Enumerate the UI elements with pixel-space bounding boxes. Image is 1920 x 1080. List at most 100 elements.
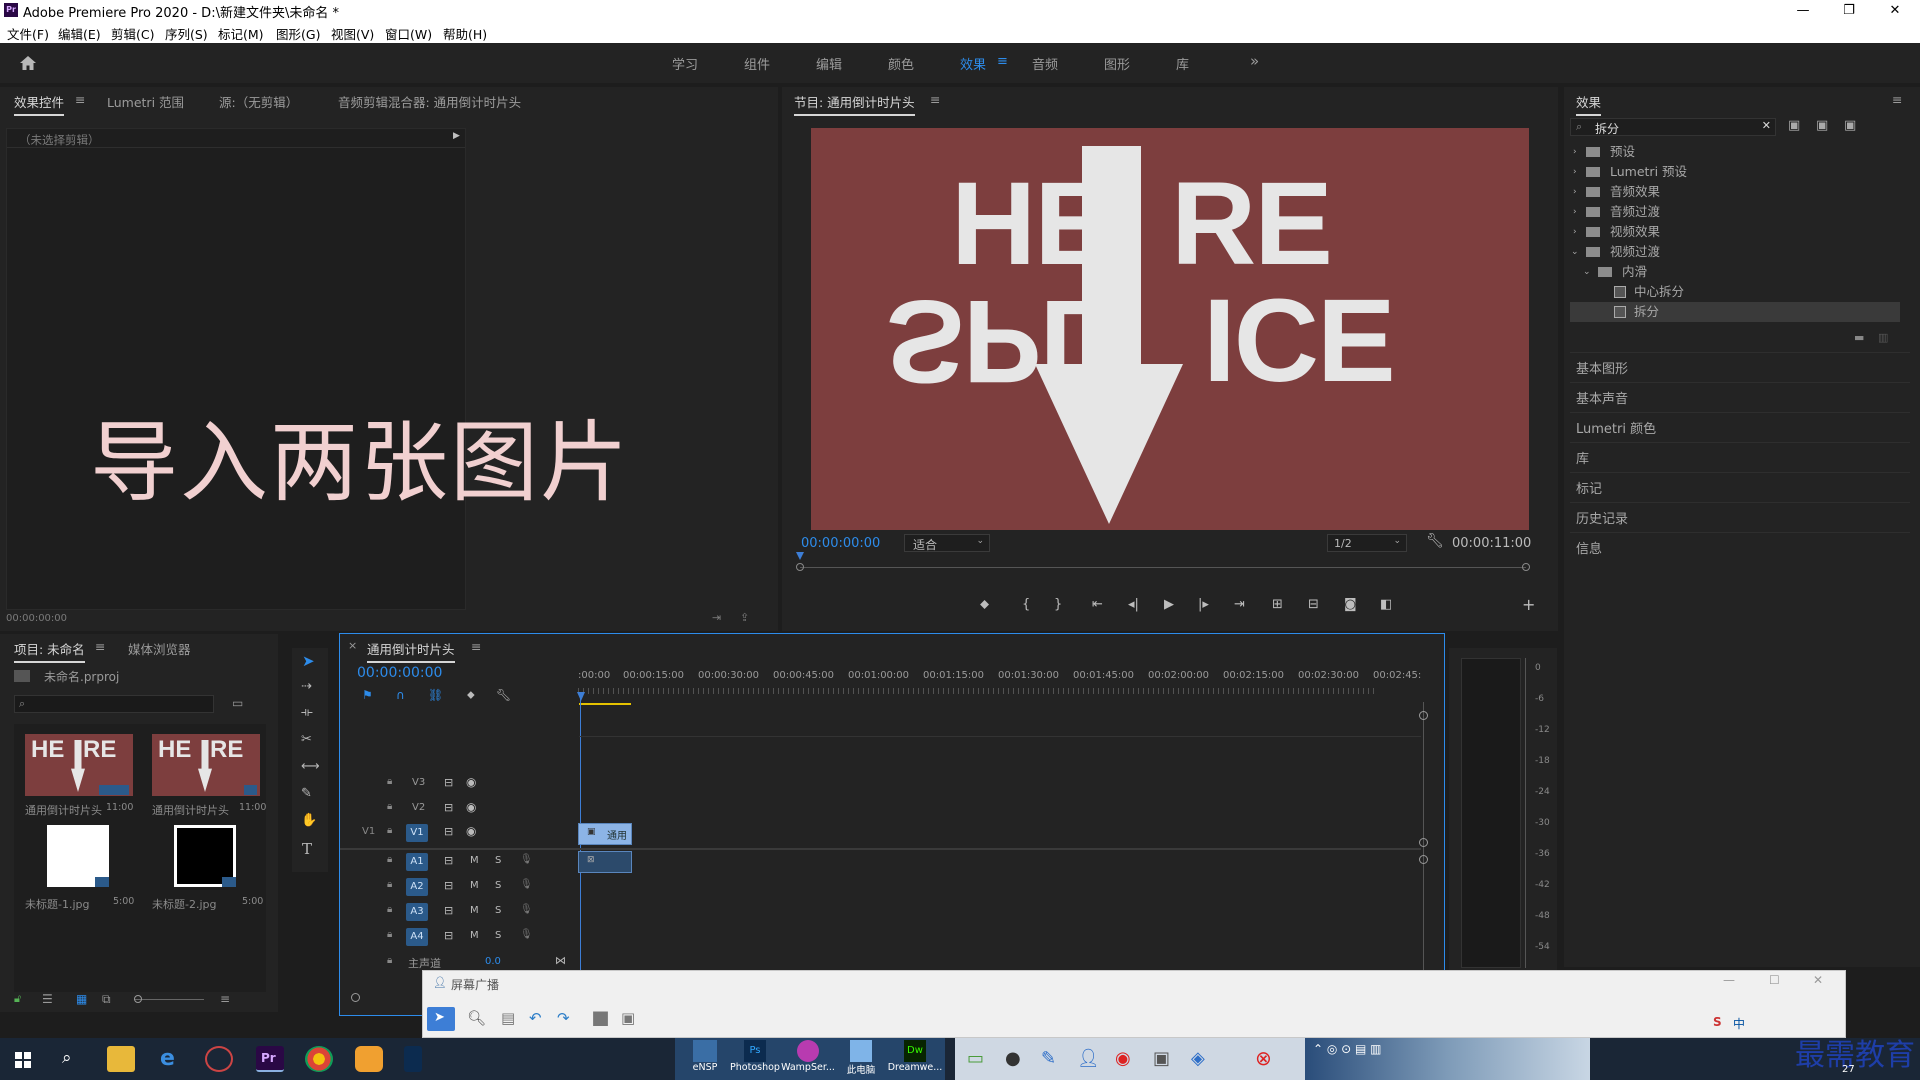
snap-icon[interactable]: ∩ (396, 688, 405, 702)
this-pc-taskbar-item[interactable]: 此电脑 (836, 1040, 886, 1076)
project-item-thumbnail[interactable]: HE RE (25, 734, 133, 796)
mic-icon[interactable]: 🎙︎ (520, 854, 533, 865)
workspace-tab-audio[interactable]: 音频 (1032, 54, 1058, 73)
tree-item-center-split[interactable]: 中心拆分 (1570, 282, 1900, 302)
hand-tool-icon[interactable]: ✋ (301, 813, 317, 828)
tray-icons[interactable]: ⌃ ◎ ⊙ ▤ ▥ (1313, 1042, 1382, 1056)
program-monitor-title[interactable]: 节目: 通用倒计时片头 (794, 92, 915, 116)
panel-menu-icon[interactable]: ≡ (1892, 92, 1902, 107)
wrench-icon[interactable]: 🔧︎ (496, 688, 511, 702)
search-icon[interactable]: ⌕ (62, 1048, 72, 1068)
tree-item-video-effects[interactable]: › 视频效果 (1570, 222, 1900, 242)
panel-menu-icon[interactable]: ≡ (930, 92, 940, 107)
zoom-tool-icon[interactable]: 🔍︎ (467, 1009, 486, 1027)
scrubber-end-handle[interactable] (1522, 563, 1530, 571)
tab-media-browser[interactable]: 媒体浏览器 (128, 639, 191, 658)
sync-lock-icon[interactable]: ⊟ (444, 825, 453, 838)
clear-search-icon[interactable]: ✕ (1762, 119, 1771, 132)
lock-icon[interactable]: 🔒︎ (387, 825, 392, 836)
scroll-handle[interactable] (1419, 711, 1428, 720)
extract-icon[interactable]: ⊟ (1308, 597, 1319, 612)
tree-item-lumetri-presets[interactable]: › Lumetri 预设 (1570, 162, 1900, 182)
expand-arrow-icon[interactable]: ▶ (453, 131, 460, 141)
solo-button[interactable]: S (495, 905, 501, 916)
add-marker-icon[interactable]: ⬥ (980, 597, 989, 612)
resolution-select[interactable]: 1/2 ⌄ (1327, 534, 1407, 552)
windows-start-icon[interactable] (15, 1052, 31, 1068)
time-ruler[interactable]: :00:00 00:00:15:00 00:00:30:00 00:00:45:… (578, 670, 1438, 690)
edge-icon[interactable]: e (160, 1046, 175, 1071)
close-tab-icon[interactable]: × (348, 639, 357, 652)
tree-item-audio-effects[interactable]: › 音频效果 (1570, 182, 1900, 202)
menu-file[interactable]: 文件(F) (7, 24, 49, 43)
home-icon[interactable] (18, 53, 38, 73)
go-to-out-icon[interactable]: ⇥ (1234, 597, 1245, 612)
export-icon[interactable]: ⇪ (740, 611, 749, 624)
menu-clip[interactable]: 剪辑(C) (111, 24, 154, 43)
minimize-button[interactable]: — (1780, 0, 1826, 21)
new-bin-icon[interactable]: ▭ (232, 696, 243, 710)
maximize-button[interactable]: ☐ (1769, 973, 1780, 987)
file-explorer-icon[interactable] (107, 1046, 135, 1072)
video-clip[interactable]: ▣ 通用 (578, 823, 632, 845)
window-tool-icon[interactable]: ▤ (501, 1009, 515, 1027)
slip-tool-icon[interactable]: ⟷ (301, 759, 320, 774)
track-target-v1[interactable]: V1 (406, 824, 428, 842)
panel-markers[interactable]: 标记 (1576, 478, 1602, 497)
pointer-tool-button[interactable]: ➤ (427, 1007, 455, 1031)
accelerated-effects-icon[interactable]: ▣ (1788, 118, 1800, 133)
32bit-effects-icon[interactable]: ▣ (1816, 118, 1828, 133)
undo-icon[interactable]: ↶ (529, 1009, 542, 1027)
mic-icon[interactable]: 🎙︎ (520, 904, 533, 915)
tree-item-video-transitions[interactable]: ⌄ 视频过渡 (1570, 242, 1900, 262)
scroll-handle[interactable] (1419, 855, 1428, 864)
lock-icon[interactable]: 🔒︎ (387, 904, 392, 915)
step-forward-icon[interactable]: |▸ (1198, 597, 1209, 612)
comparison-view-icon[interactable]: ◧ (1380, 597, 1392, 612)
tree-item-presets[interactable]: › 预设 (1570, 142, 1900, 162)
lock-icon[interactable]: 🔒︎ (387, 854, 392, 865)
nest-icon[interactable]: ⚑ (362, 688, 373, 702)
expand-icon[interactable]: ⋈ (555, 954, 566, 967)
solo-button[interactable]: S (495, 880, 501, 891)
linked-selection-icon[interactable]: ⛓ (428, 688, 443, 702)
scrubber-track[interactable] (800, 567, 1526, 568)
sogou-ime-icon[interactable]: S (1713, 1015, 1722, 1029)
freeform-view-icon[interactable]: ⧉ (102, 992, 111, 1007)
program-timecode-current[interactable]: 00:00:00:00 (801, 536, 880, 551)
camera-icon[interactable]: ● (1005, 1048, 1021, 1069)
track-target-a3[interactable]: A3 (406, 903, 428, 921)
camera-icon[interactable]: ◙ (1344, 597, 1357, 612)
screenshot-icon[interactable]: ⬛︎ (593, 1009, 608, 1027)
mute-button[interactable]: M (470, 855, 479, 866)
effects-search-input[interactable]: ⌕ 拆分 ✕ (1570, 118, 1776, 136)
mark-in-icon[interactable]: { (1022, 597, 1030, 612)
vertical-scrollbar[interactable] (1423, 702, 1424, 972)
zoom-slider-handle[interactable] (134, 995, 142, 1003)
effects-panel-title[interactable]: 效果 (1576, 92, 1602, 116)
panel-essential-graphics[interactable]: 基本图形 (1576, 358, 1628, 377)
solo-button[interactable]: S (495, 855, 501, 866)
workspace-tab-libraries[interactable]: 库 (1176, 54, 1189, 73)
track-target-a2[interactable]: A2 (406, 878, 428, 896)
lock-icon[interactable]: 🔒︎ (387, 801, 392, 812)
zoom-scroll-handle[interactable] (351, 993, 360, 1002)
workspace-tab-color[interactable]: 颜色 (888, 54, 914, 73)
app-icon[interactable]: ▭ (967, 1048, 984, 1069)
workspace-tab-editing[interactable]: 编辑 (816, 54, 842, 73)
workspace-tab-effects[interactable]: 效果 (960, 54, 986, 73)
pen-tool-icon[interactable]: ✎ (301, 786, 312, 801)
minimize-button[interactable]: — (1723, 973, 1735, 987)
icon-view-icon[interactable]: ▦ (76, 992, 87, 1006)
close-button[interactable]: ✕ (1813, 973, 1823, 987)
mute-button[interactable]: M (470, 905, 479, 916)
razor-tool-icon[interactable]: ✂ (301, 732, 312, 747)
premiere-taskbar-icon[interactable]: Pr (256, 1046, 284, 1072)
add-marker-icon[interactable]: ⬥ (467, 688, 475, 702)
pen-icon[interactable]: ✎ (1041, 1048, 1056, 1069)
close-button[interactable]: ✕ (1872, 0, 1918, 21)
track-target-a4[interactable]: A4 (406, 928, 428, 946)
project-item-thumbnail[interactable]: HE RE (152, 734, 260, 796)
new-bin-icon[interactable]: ▬ (1854, 331, 1864, 344)
lock-icon[interactable]: 🔒︎ (387, 929, 392, 940)
